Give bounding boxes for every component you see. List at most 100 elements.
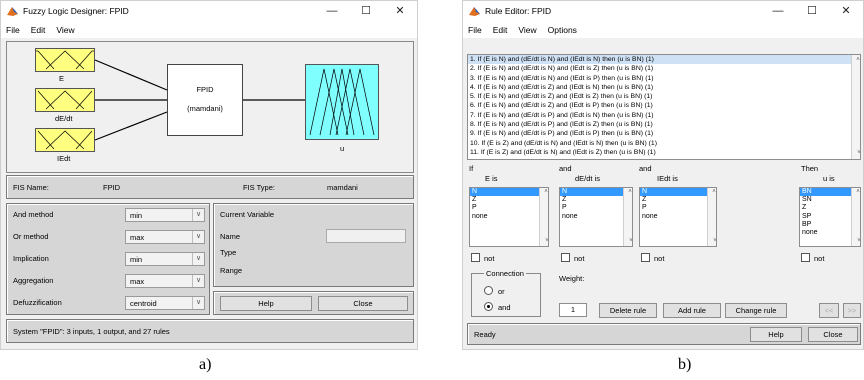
- connection-label: Connection: [484, 269, 526, 278]
- menu-file[interactable]: File: [468, 25, 482, 35]
- list-scrollbar[interactable]: ˄ ˅: [623, 188, 632, 246]
- not-checkbox-dedt[interactable]: [561, 253, 570, 262]
- menu-edit[interactable]: Edit: [31, 25, 46, 35]
- rule-editor-window: Rule Editor: FPID — ☐ ✕ File Edit View O…: [462, 0, 864, 350]
- rules-list[interactable]: 1. If (E is N) and (dE/dt is N) and (IEd…: [467, 54, 861, 160]
- menu-options[interactable]: Options: [548, 25, 577, 35]
- rule-item[interactable]: 6. If (E is N) and (dE/dt is Z) and (IEd…: [468, 101, 860, 110]
- e-options-list[interactable]: N Z P none ˄ ˅: [469, 187, 549, 247]
- close-button[interactable]: Close: [318, 296, 408, 311]
- maximize-icon[interactable]: ☐: [795, 1, 829, 21]
- menu-edit[interactable]: Edit: [493, 25, 508, 35]
- dedt-options-list[interactable]: N Z P none ˄ ˅: [559, 187, 633, 247]
- fis-type-label: FIS Type:: [243, 183, 275, 192]
- option-item[interactable]: P: [560, 204, 632, 212]
- and-header-1: and: [559, 164, 572, 173]
- not-checkbox-u[interactable]: [801, 253, 810, 262]
- implication-label: Implication: [13, 254, 49, 263]
- or-radio[interactable]: [484, 286, 493, 295]
- cv-name-field[interactable]: [326, 229, 406, 243]
- rule-item[interactable]: 9. If (E is N) and (dE/dt is P) and (IEd…: [468, 129, 860, 138]
- close-button[interactable]: Close: [808, 327, 858, 342]
- rule-item[interactable]: 8. If (E is N) and (dE/dt is P) and (IEd…: [468, 120, 860, 129]
- cv-range-label: Range: [220, 266, 243, 275]
- rule-item[interactable]: 1. If (E is N) and (dE/dt is N) and (IEd…: [468, 55, 860, 65]
- weight-label: Weight:: [559, 274, 585, 283]
- menu-view[interactable]: View: [518, 25, 536, 35]
- fis-type-value: mamdani: [327, 183, 358, 192]
- option-item[interactable]: N: [640, 188, 716, 197]
- iedt-options-list[interactable]: N Z P none ˄ ˅: [639, 187, 717, 247]
- rule-item[interactable]: 2. If (E is N) and (dE/dt is N) and (IEd…: [468, 64, 860, 73]
- or-label: or: [498, 287, 505, 296]
- weight-input[interactable]: 1: [559, 303, 587, 317]
- not-label: not: [574, 254, 585, 263]
- input-mf-block-e[interactable]: [35, 48, 95, 72]
- if-header: If: [469, 164, 474, 173]
- option-item[interactable]: Z: [560, 196, 632, 204]
- title-bar: Rule Editor: FPID — ☐ ✕: [463, 1, 863, 21]
- input-mf-block-dedt[interactable]: [35, 88, 95, 112]
- current-variable-title: Current Variable: [220, 210, 275, 219]
- fis-name-label: FIS Name:: [13, 183, 49, 192]
- option-item[interactable]: none: [470, 213, 548, 221]
- and-method-label: And method: [13, 210, 54, 219]
- defuzzification-label: Defuzzification: [13, 298, 62, 307]
- implication-select[interactable]: min ∨: [125, 252, 205, 266]
- defuzzification-value: centroid: [130, 299, 157, 308]
- close-icon[interactable]: ✕: [383, 1, 417, 21]
- minimize-icon[interactable]: —: [315, 1, 349, 21]
- output-mf-block-u[interactable]: [305, 64, 379, 140]
- system-type: (mamdani): [187, 104, 223, 113]
- not-checkbox-e[interactable]: [471, 253, 480, 262]
- status-bar: Ready Help Close: [467, 323, 861, 345]
- not-checkbox-iedt[interactable]: [641, 253, 650, 262]
- help-button[interactable]: Help: [220, 296, 312, 311]
- rule-item[interactable]: 10. If (E is Z) and (dE/dt is N) and (IE…: [468, 139, 860, 148]
- menu-file[interactable]: File: [6, 25, 20, 35]
- and-radio[interactable]: [484, 302, 493, 311]
- help-close-panel: Help Close: [213, 291, 414, 315]
- aggregation-select[interactable]: max ∨: [125, 274, 205, 288]
- list-scrollbar[interactable]: ˄ ˅: [707, 188, 716, 246]
- rules-scrollbar[interactable]: ˄ ˅: [851, 55, 860, 159]
- help-button[interactable]: Help: [750, 327, 802, 342]
- var-label-e: E is: [485, 174, 498, 183]
- var-label-iedt: IEdt is: [657, 174, 678, 183]
- and-header-2: and: [639, 164, 652, 173]
- list-scrollbar[interactable]: ˄ ˅: [539, 188, 548, 246]
- option-item[interactable]: none: [560, 213, 632, 221]
- menu-view[interactable]: View: [56, 25, 74, 35]
- close-icon[interactable]: ✕: [829, 1, 863, 21]
- rule-item[interactable]: 5. If (E is N) and (dE/dt is Z) and (IEd…: [468, 92, 860, 101]
- status-text: System "FPID": 3 inputs, 1 output, and 2…: [13, 327, 170, 336]
- rule-item[interactable]: 3. If (E is N) and (dE/dt is N) and (IEd…: [468, 74, 860, 83]
- rule-item[interactable]: 7. If (E is N) and (dE/dt is P) and (IEd…: [468, 111, 860, 120]
- fis-system-block[interactable]: FPID (mamdani): [167, 64, 243, 136]
- u-options-list[interactable]: BN SN Z SP BP none ˄ ˅: [799, 187, 861, 247]
- and-method-select[interactable]: min ∨: [125, 208, 205, 222]
- delete-rule-button[interactable]: Delete rule: [599, 303, 657, 318]
- change-rule-button[interactable]: Change rule: [725, 303, 787, 318]
- input-mf-block-iedt[interactable]: [35, 128, 95, 152]
- option-item[interactable]: P: [640, 204, 716, 212]
- option-item[interactable]: Z: [640, 196, 716, 204]
- list-scrollbar[interactable]: ˄ ˅: [851, 188, 860, 246]
- maximize-icon[interactable]: ☐: [349, 1, 383, 21]
- add-rule-button[interactable]: Add rule: [663, 303, 721, 318]
- option-item[interactable]: none: [640, 213, 716, 221]
- option-item[interactable]: N: [470, 188, 548, 197]
- option-item[interactable]: N: [560, 188, 632, 197]
- defuzzification-select[interactable]: centroid ∨: [125, 296, 205, 310]
- rule-item[interactable]: 4. If (E is N) and (dE/dt is Z) and (IEd…: [468, 83, 860, 92]
- or-method-value: max: [130, 233, 145, 242]
- minimize-icon[interactable]: —: [761, 1, 795, 21]
- or-method-select[interactable]: max ∨: [125, 230, 205, 244]
- option-item[interactable]: P: [470, 204, 548, 212]
- rule-item[interactable]: 11. If (E is Z) and (dE/dt is N) and (IE…: [468, 148, 860, 157]
- next-button[interactable]: >>: [843, 303, 861, 318]
- option-item[interactable]: Z: [470, 196, 548, 204]
- chevron-down-icon: ∨: [192, 253, 204, 265]
- prev-button[interactable]: <<: [819, 303, 839, 318]
- cv-name-label: Name: [220, 232, 241, 241]
